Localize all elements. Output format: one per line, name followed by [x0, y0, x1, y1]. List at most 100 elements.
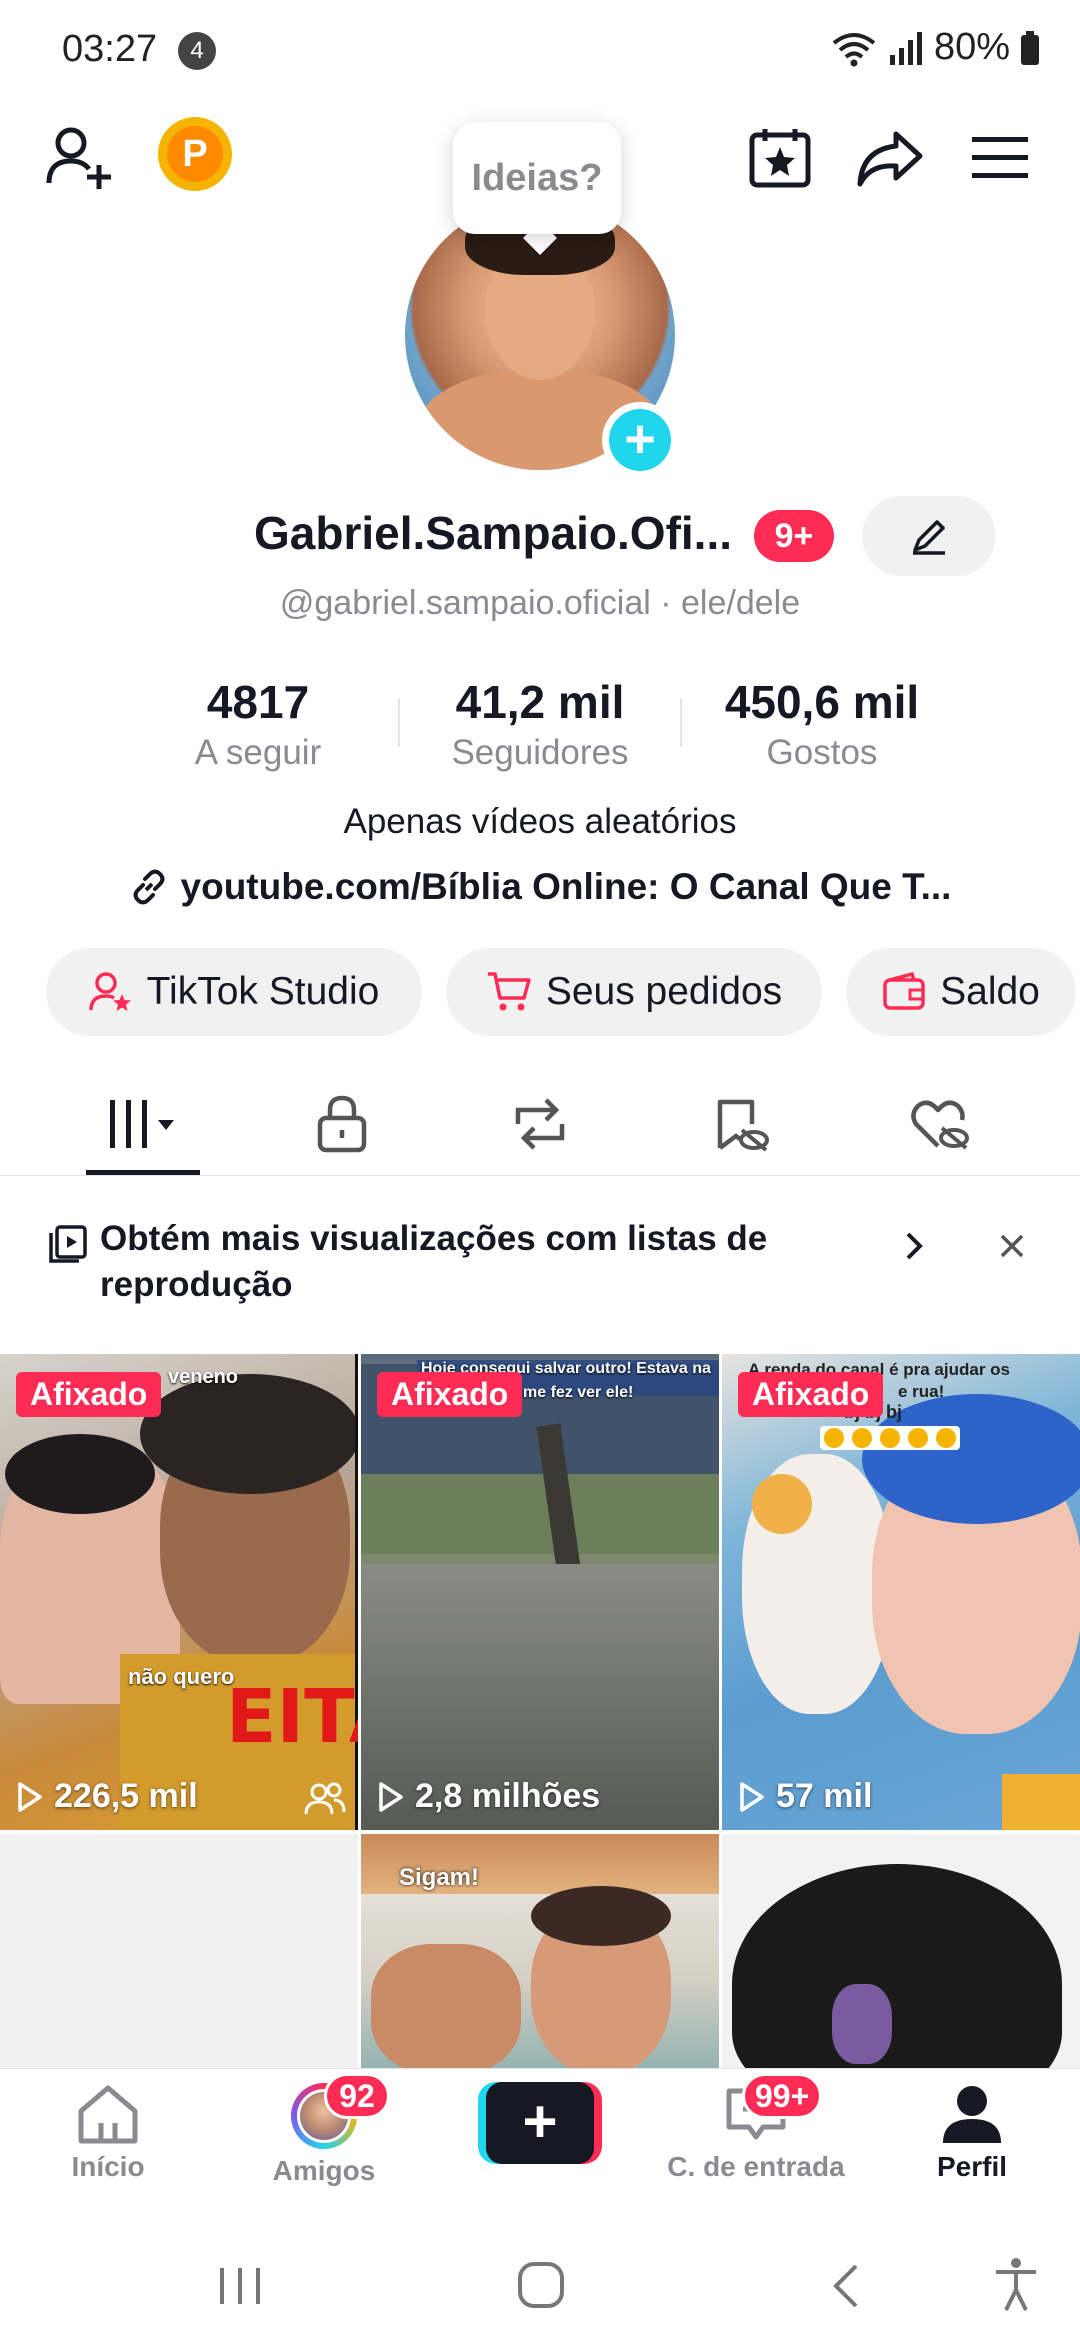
system-navigation-bar: [0, 2218, 1080, 2340]
coins-button[interactable]: P: [158, 117, 232, 191]
home-system-icon[interactable]: [516, 2260, 566, 2310]
status-icons: 80%: [830, 26, 1040, 69]
heart-hidden-icon: [911, 1100, 969, 1150]
add-friend-button[interactable]: [38, 116, 122, 200]
friends-only-icon: [304, 1782, 346, 1815]
playlist-promo-text: Obtém mais visualizações com listas de r…: [100, 1219, 768, 1304]
link-icon: [133, 869, 165, 905]
plus-icon: +: [609, 409, 671, 471]
stat-followers[interactable]: 41,2 mil Seguidores: [400, 675, 680, 773]
tab-videos[interactable]: [84, 1084, 204, 1164]
nav-home[interactable]: Início: [8, 2069, 208, 2219]
stat-likes[interactable]: 450,6 mil Gostos: [682, 675, 962, 773]
back-system-icon[interactable]: [830, 2262, 862, 2310]
bookmark-hidden-icon: [717, 1099, 769, 1152]
share-profile-button[interactable]: [848, 116, 932, 200]
video-caption: EITA!: [226, 1674, 358, 1760]
profile-stats: 4817 A seguir 41,2 mil Seguidores 450,6 …: [0, 675, 1080, 785]
pinned-badge: Afixado: [738, 1372, 884, 1417]
video-thumbnail[interactable]: A renda do canal é pra ajudar os e rua! …: [722, 1354, 1080, 1830]
plus-icon: +: [486, 2082, 594, 2164]
wifi-icon: [832, 32, 876, 66]
video-caption: veneno: [168, 1366, 239, 1388]
tiktok-studio-button[interactable]: TikTok Studio: [46, 948, 422, 1036]
battery-icon: [1021, 30, 1039, 65]
video-thumbnail[interactable]: Sigam!: [361, 1834, 719, 2068]
stat-label: Gostos: [766, 733, 878, 772]
balance-label: Saldo: [940, 970, 1040, 1013]
orders-label: Seus pedidos: [545, 970, 783, 1013]
add-story-button[interactable]: +: [602, 402, 678, 478]
nav-profile[interactable]: Perfil: [872, 2069, 1072, 2219]
nav-profile-label: Perfil: [936, 2151, 1008, 2182]
home-icon: [78, 2085, 138, 2144]
chevron-right-icon[interactable]: [902, 1230, 926, 1262]
profile-name-row: Gabriel.Sampaio.Ofi... 9+: [0, 496, 1080, 576]
edit-profile-button[interactable]: [862, 496, 996, 576]
stat-value: 41,2 mil: [455, 676, 625, 728]
stat-label: Seguidores: [451, 733, 629, 772]
pinned-badge: Afixado: [16, 1372, 162, 1417]
status-time: 03:27: [62, 28, 158, 70]
play-icon: [740, 1781, 764, 1812]
accessibility-icon[interactable]: [992, 2256, 1040, 2312]
stat-value: 450,6 mil: [724, 676, 920, 728]
video-caption: Sigam!: [399, 1864, 480, 1891]
profile-bio: Apenas vídeos aleatórios: [343, 802, 737, 841]
share-arrow-icon: [857, 131, 923, 187]
tab-favorites-hidden[interactable]: [680, 1084, 800, 1164]
video-thumbnail[interactable]: veneno não quero EITA! Afixado 226,5 mil: [0, 1354, 358, 1830]
close-icon[interactable]: [998, 1232, 1026, 1260]
ideas-tooltip[interactable]: Ideias?: [453, 122, 621, 234]
recent-apps-icon[interactable]: [216, 2264, 264, 2308]
video-caption: e rua!: [898, 1382, 945, 1401]
add-user-icon: [46, 127, 111, 189]
play-icon: [379, 1781, 403, 1812]
profile-action-pills: TikTok Studio Seus pedidos Saldo: [0, 948, 1080, 1038]
profile-person-icon: [943, 2086, 1001, 2143]
video-grid: veneno não quero EITA! Afixado 226,5 mil…: [0, 1354, 1080, 2068]
stat-label: A seguir: [194, 733, 322, 772]
playlist-promo-banner[interactable]: Obtém mais visualizações com listas de r…: [0, 1178, 1080, 1354]
nav-home-label: Início: [71, 2151, 145, 2182]
repost-icon: [515, 1098, 565, 1150]
tab-reposts[interactable]: [480, 1084, 600, 1164]
stat-following[interactable]: 4817 A seguir: [118, 675, 398, 773]
calendar-star-icon: [749, 129, 811, 188]
video-thumbnail-placeholder[interactable]: [0, 1834, 358, 2068]
calendar-star-button[interactable]: [738, 116, 822, 200]
tiktok-studio-label: TikTok Studio: [146, 970, 380, 1013]
balance-button[interactable]: Saldo: [846, 948, 1076, 1036]
profile-handle: @gabriel.sampaio.oficial · ele/dele: [279, 584, 801, 622]
nav-inbox-label: C. de entrada: [667, 2151, 845, 2182]
view-count-text: 57 mil: [776, 1777, 873, 1815]
status-bar: 03:27 4 80%: [0, 0, 1080, 100]
tab-private[interactable]: [282, 1084, 402, 1164]
active-tab-indicator: [86, 1170, 200, 1175]
create-video-button[interactable]: +: [478, 2082, 602, 2164]
notification-badge[interactable]: 9+: [754, 510, 834, 562]
user-star-icon: [88, 972, 131, 1011]
battery-percent: 80%: [933, 26, 1010, 68]
wallet-icon: [883, 972, 925, 1010]
orders-button[interactable]: Seus pedidos: [446, 948, 822, 1036]
cart-icon: [487, 972, 531, 1011]
profile-link[interactable]: youtube.com/Bíblia Online: O Canal Que T…: [0, 866, 1080, 908]
profile-link-text: youtube.com/Bíblia Online: O Canal Que T…: [180, 866, 952, 907]
video-thumbnail[interactable]: Hoje consegui salvar outro! Estava na ch…: [361, 1354, 719, 1830]
nav-friends-label: Amigos: [272, 2155, 376, 2186]
notification-count: 4: [178, 32, 216, 70]
video-caption: não quero: [128, 1664, 235, 1689]
view-count-text: 226,5 mil: [54, 1777, 198, 1815]
menu-button[interactable]: [958, 116, 1042, 200]
pinned-badge: Afixado: [377, 1372, 523, 1417]
view-count: 226,5 mil: [16, 1777, 198, 1816]
tab-liked-hidden[interactable]: [880, 1084, 1000, 1164]
video-thumbnail[interactable]: [722, 1834, 1080, 2068]
view-count-text: 2,8 milhões: [415, 1777, 601, 1815]
view-count: 2,8 milhões: [377, 1777, 600, 1816]
profile-name: Gabriel.Sampaio.Ofi...: [254, 507, 733, 559]
grid-videos-icon: [110, 1100, 174, 1148]
playlist-icon: [49, 1225, 87, 1263]
coin-p-icon: P: [167, 126, 223, 182]
